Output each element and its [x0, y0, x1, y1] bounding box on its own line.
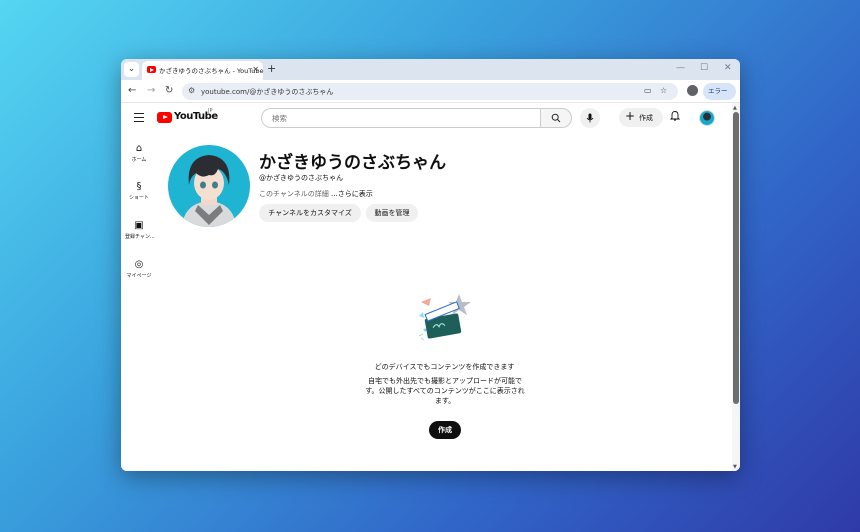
customize-channel-button[interactable]: チャンネルをカスタマイズ [259, 204, 361, 222]
voice-search-button[interactable] [580, 108, 600, 128]
scroll-down-arrow-icon[interactable]: ▼ [733, 464, 737, 470]
error-chip-label: エラー [708, 87, 728, 95]
minimize-button[interactable]: — [676, 63, 685, 73]
reload-button[interactable]: ↻ [165, 85, 173, 96]
plus-icon: + [625, 109, 636, 123]
search-button[interactable] [540, 108, 572, 128]
site-info-icon[interactable]: ⚙ [188, 86, 195, 95]
create-button[interactable]: + 作成 [619, 108, 663, 127]
tab-close-icon[interactable]: ✕ [252, 65, 259, 74]
empty-state-body: 自宅でも外出先でも撮影とアップロードが可能です。公開したすべてのコンテンツがここ… [365, 377, 525, 405]
manage-videos-button[interactable]: 動画を管理 [366, 204, 418, 222]
rail-item-home[interactable]: ⌂ ホーム [125, 143, 153, 163]
channel-avatar[interactable] [168, 145, 250, 227]
error-chip[interactable]: エラー ⋮ [703, 83, 736, 112]
channel-handle: @かざきゆうのさぶちゃん [259, 174, 344, 182]
rail-item-shorts[interactable]: § ショート [125, 181, 153, 201]
address-bar[interactable]: ⚙ youtube.com/@かざきゆうのさぶちゃん ▭ ☆ [182, 83, 678, 100]
search-input[interactable]: 検索 [261, 108, 541, 128]
empty-state-heading: どのデバイスでもコンテンツを作成できます [374, 363, 515, 371]
channel-description[interactable]: このチャンネルの詳細 ...さらに表示 [259, 189, 373, 199]
account-avatar[interactable] [699, 110, 715, 126]
youtube-page: YouTube JP 検索 + 作成 ⌂ ホーム § ショート ▣ 登録チャン.… [121, 103, 740, 471]
search-placeholder: 検索 [272, 114, 287, 123]
rail-label-home: ホーム [131, 157, 147, 163]
youtube-favicon-icon [147, 66, 156, 73]
url-text: youtube.com/@かざきゆうのさぶちゃん [201, 88, 334, 96]
page-scrollbar[interactable]: ▲ ▼ [732, 103, 740, 471]
logo-region: JP [208, 108, 213, 114]
tab-search-icon[interactable]: ⌄ [124, 62, 139, 77]
browser-window: ⌄ かざきゆうのさぶちゃん - YouTube ✕ + — ☐ ✕ ← → ↻ … [121, 59, 740, 471]
shorts-icon: § [136, 181, 142, 192]
tab-title: かざきゆうのさぶちゃん - YouTube [159, 67, 264, 75]
home-icon: ⌂ [135, 143, 143, 154]
maximize-button[interactable]: ☐ [700, 63, 708, 73]
rail-item-you[interactable]: ◎ マイページ [125, 259, 153, 279]
close-window-button[interactable]: ✕ [724, 63, 732, 73]
tab-youtube[interactable]: かざきゆうのさぶちゃん - YouTube ✕ [142, 61, 263, 80]
subscriptions-icon: ▣ [134, 220, 144, 231]
empty-state-create-button[interactable]: 作成 [429, 421, 461, 439]
tab-strip: ⌄ かざきゆうのさぶちゃん - YouTube ✕ + — ☐ ✕ [121, 59, 740, 80]
notification-bell-icon[interactable] [669, 110, 681, 124]
microphone-icon [586, 113, 594, 123]
search-icon [551, 113, 561, 123]
cast-icon[interactable]: ▭ [644, 86, 652, 95]
yt-header: YouTube JP 検索 + 作成 [121, 103, 731, 133]
back-button[interactable]: ← [128, 85, 136, 96]
scroll-up-arrow-icon[interactable]: ▲ [733, 105, 737, 111]
show-more-link[interactable]: ...さらに表示 [331, 190, 373, 198]
rail-item-subscriptions[interactable]: ▣ 登録チャン... [125, 220, 155, 240]
create-label: 作成 [639, 114, 653, 122]
bookmark-star-icon[interactable]: ☆ [660, 86, 667, 95]
rail-label-shorts: ショート [128, 195, 149, 201]
rail-label-you: マイページ [126, 273, 152, 279]
new-tab-button[interactable]: + [267, 62, 276, 75]
browser-toolbar: ← → ↻ ⚙ youtube.com/@かざきゆうのさぶちゃん ▭ ☆ エラー… [121, 80, 740, 112]
you-icon: ◎ [134, 259, 144, 270]
scroll-thumb[interactable] [733, 112, 739, 404]
clapperboard-illustration-icon [415, 290, 477, 345]
youtube-logo-icon[interactable] [157, 112, 172, 123]
channel-title: かざきゆうのさぶちゃん [259, 153, 447, 173]
channel-desc-text: このチャンネルの詳細 [259, 190, 329, 198]
browser-profile-icon[interactable] [687, 85, 698, 96]
forward-button[interactable]: → [147, 85, 155, 96]
rail-label-subscriptions: 登録チャン... [125, 234, 155, 240]
menu-icon[interactable] [134, 113, 144, 124]
